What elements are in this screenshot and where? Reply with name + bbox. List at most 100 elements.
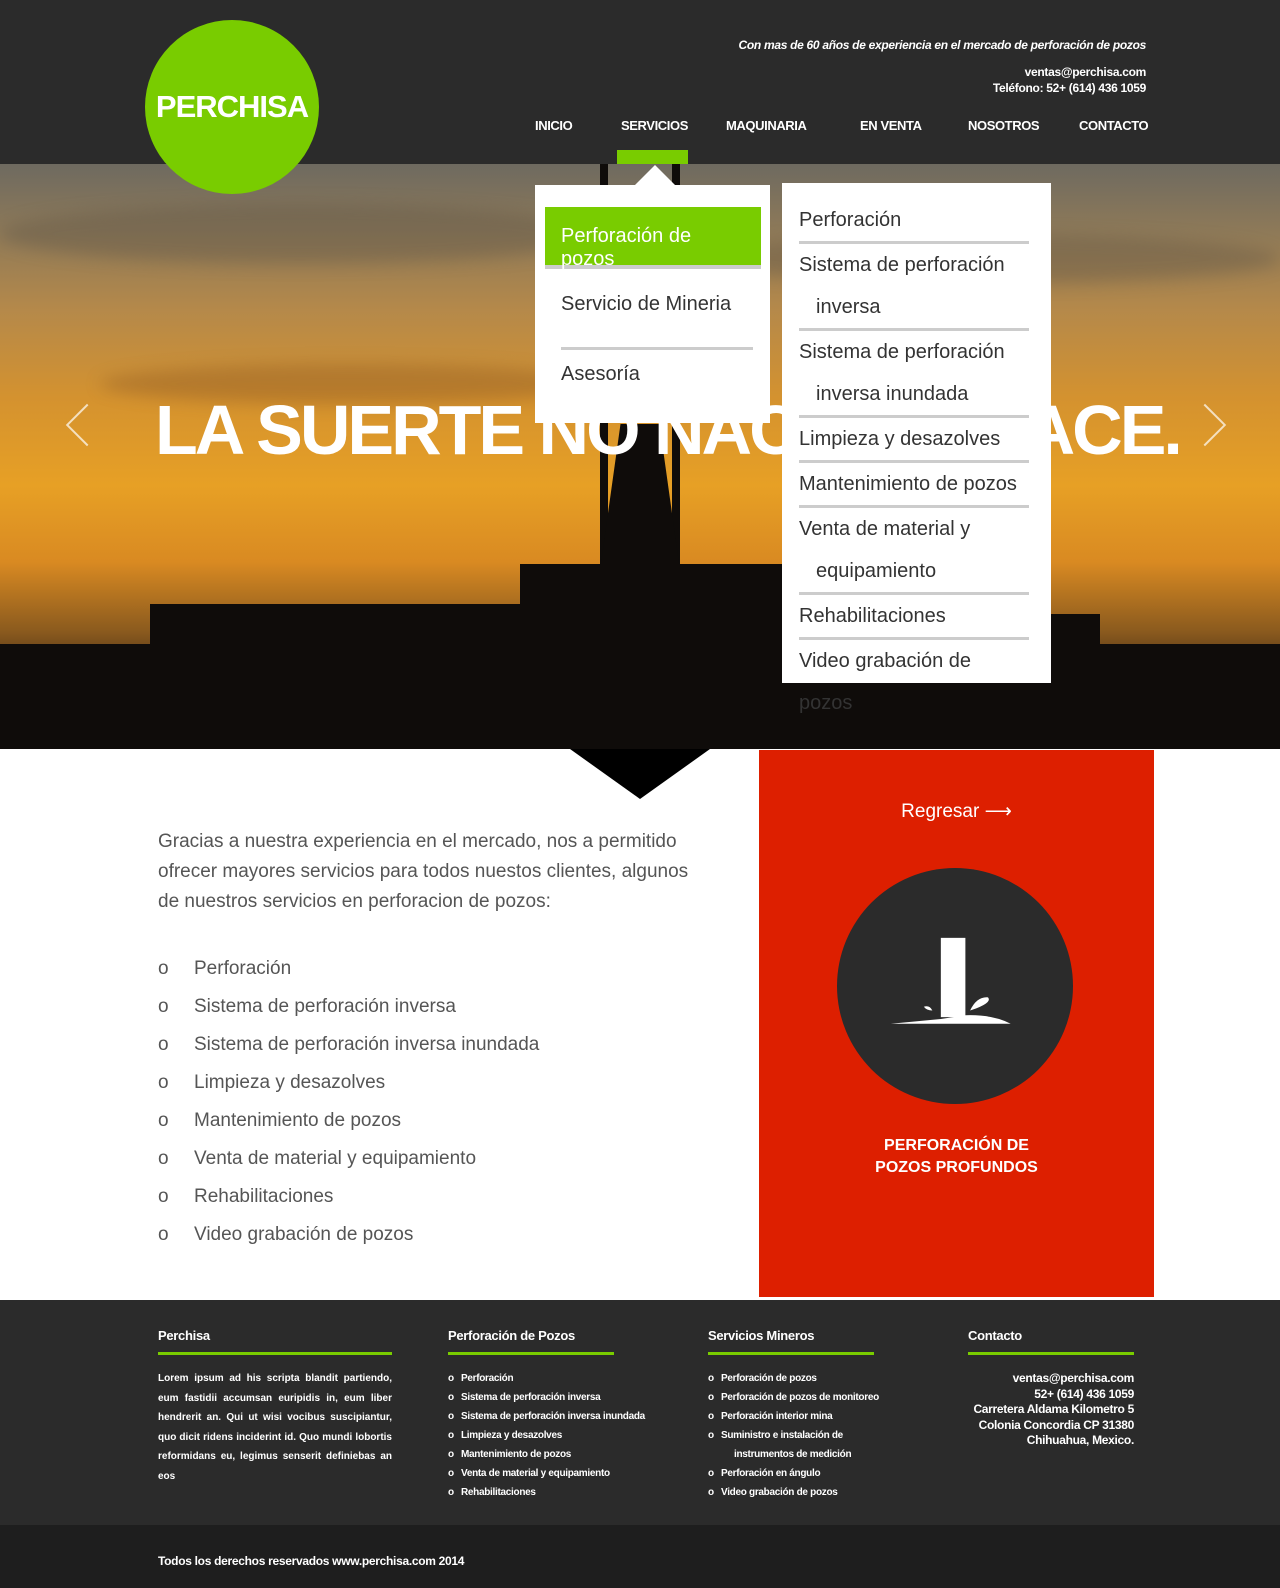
services-list: o Perforación o Sistema de perforación inve… — [158, 958, 539, 1262]
service-item: o Rehabilitaciones — [158, 1186, 539, 1224]
bullet: o — [158, 1034, 169, 1055]
bullet: o — [158, 1110, 169, 1131]
submenu-item-label: Limpieza y desazolves — [799, 428, 1001, 450]
divider — [968, 1352, 1134, 1355]
footer-link[interactable]: Perforación de pozos — [708, 1369, 874, 1388]
footer-link[interactable]: Limpieza y desazolves — [448, 1426, 614, 1445]
service-item: o Video grabación de pozos — [158, 1224, 539, 1262]
logo[interactable]: PERCHISA — [145, 20, 319, 194]
back-label: Regresar — [901, 801, 980, 822]
submenu-item-label: Venta de material y — [799, 518, 971, 540]
footer-link[interactable]: Perforación en ángulo — [708, 1464, 874, 1483]
footer-link[interactable]: Perforación de pozos de monitoreo — [708, 1388, 879, 1407]
submenu-item-label: equipamiento — [816, 560, 937, 582]
submenu-item-label: Mantenimiento de pozos — [799, 473, 1017, 495]
service-label: Sistema de perforación inversa — [194, 996, 456, 1017]
arrow-right-icon: ⟶ — [984, 801, 1012, 822]
service-label: Limpieza y desazolves — [194, 1072, 386, 1093]
panel-title: PERFORACIÓN DE POZOS PROFUNDOS — [759, 1135, 1154, 1179]
submenu-item[interactable]: Limpieza y desazolves — [799, 418, 1029, 463]
footer-heading: Perforación de Pozos — [448, 1328, 575, 1343]
bullet: o — [158, 1224, 169, 1245]
servicios-dropdown: Perforación de pozos Servicio de Mineria… — [535, 165, 770, 423]
chevron-right-icon[interactable] — [1183, 403, 1227, 447]
well-drilling-icon — [837, 868, 1073, 1104]
panel-title-line: POZOS PROFUNDOS — [875, 1159, 1038, 1176]
copyright: Todos los derechos reservados www.perchi… — [0, 1525, 1280, 1588]
footer-heading: Servicios Mineros — [708, 1328, 815, 1343]
intro-text: Gracias a nuestra experiencia en el merc… — [158, 831, 689, 912]
footer-link[interactable]: Mantenimiento de pozos — [448, 1445, 614, 1464]
submenu-item[interactable]: Venta de material y equipamiento — [799, 508, 1029, 595]
dropdown-item-servicio-mineria[interactable]: Servicio de Mineria — [561, 293, 731, 316]
nav-contacto[interactable]: CONTACTO — [1079, 118, 1149, 133]
service-label: Venta de material y equipamiento — [194, 1148, 477, 1169]
contact-line: Colonia Concordia CP 31380 — [978, 1417, 1135, 1432]
submenu-item-label: Video grabación de pozos — [799, 650, 971, 714]
footer-col-perchisa: Perchisa Lorem ipsum ad his scripta blan… — [158, 1328, 392, 1486]
service-item: o Sistema de perforación inversa — [158, 996, 539, 1034]
footer-link[interactable]: Sistema de perforación inversa inundada — [448, 1407, 645, 1426]
footer-col-pozos: Perforación de Pozos PerforaciónSistema … — [448, 1328, 645, 1502]
nav-en-venta[interactable]: EN VENTA — [860, 118, 922, 133]
footer-col-mineros: Servicios Mineros Perforación de pozosPe… — [708, 1328, 879, 1502]
submenu-item-label: Rehabilitaciones — [799, 605, 946, 627]
dropdown-item-perforacion-de-pozos[interactable]: Perforación de pozos — [545, 207, 761, 270]
header-email[interactable]: ventas@perchisa.com — [993, 64, 1147, 80]
submenu-item[interactable]: Sistema de perforación inversa inundada — [799, 331, 1029, 418]
submenu-item[interactable]: Rehabilitaciones — [799, 595, 1029, 640]
footer-link[interactable]: Video grabación de pozos — [708, 1483, 874, 1502]
bullet: o — [158, 1072, 169, 1093]
submenu-item-label: inversa — [816, 296, 881, 318]
bullet: o — [158, 1186, 169, 1207]
nav-nosotros[interactable]: NOSOTROS — [968, 118, 1040, 133]
chevron-left-icon[interactable] — [65, 403, 109, 447]
footer-link[interactable]: Rehabilitaciones — [448, 1483, 614, 1502]
submenu-item-label: inversa inundada — [816, 383, 969, 405]
submenu-item-label: Sistema de perforación — [799, 341, 1005, 363]
service-item: o Sistema de perforación inversa inundada — [158, 1034, 539, 1072]
service-item: o Perforación — [158, 958, 539, 996]
header-phone: Teléfono: 52+ (614) 436 1059 — [992, 81, 1146, 95]
back-link[interactable]: Regresar ⟶ — [759, 800, 1154, 823]
dropdown-item-asesoria[interactable]: Asesoría — [561, 363, 640, 386]
divider — [448, 1352, 614, 1355]
submenu-item[interactable]: Perforación — [799, 199, 1029, 244]
service-item: o Mantenimiento de pozos — [158, 1110, 539, 1148]
nav-active-indicator — [617, 150, 688, 164]
bullet: o — [158, 958, 169, 979]
contact-line: 52+ (614) 436 1059 — [1034, 1386, 1134, 1401]
footer-about-text: Lorem ipsum ad his scripta blandit parti… — [158, 1373, 392, 1482]
footer-link[interactable]: instrumentos de medición — [708, 1445, 874, 1464]
footer-heading: Perchisa — [158, 1328, 210, 1343]
submenu-item[interactable]: Mantenimiento de pozos — [799, 463, 1029, 508]
contact-line[interactable]: ventas@perchisa.com — [968, 1371, 1135, 1387]
tagline: Con mas de 60 años de experiencia en el … — [738, 38, 1146, 52]
footer-heading: Contacto — [968, 1328, 1022, 1343]
footer-link[interactable]: Suministro e instalación de — [708, 1426, 874, 1445]
divider — [561, 347, 753, 350]
submenu-item-label: Perforación — [799, 209, 902, 231]
nav-maquinaria[interactable]: MAQUINARIA — [726, 118, 807, 133]
service-panel: Regresar ⟶ PERFORACIÓN DE POZOS PROFUNDOS — [759, 750, 1154, 1297]
service-label: Video grabación de pozos — [194, 1224, 414, 1245]
submenu-item[interactable]: Sistema de perforación inversa — [799, 244, 1029, 331]
nav-servicios[interactable]: SERVICIOS — [621, 118, 688, 133]
service-label: Rehabilitaciones — [194, 1186, 334, 1207]
bullet: o — [158, 996, 169, 1017]
submenu-item-label: Sistema de perforación — [799, 254, 1005, 276]
divider — [158, 1352, 392, 1355]
service-item: o Limpieza y desazolves — [158, 1072, 539, 1110]
service-label: Sistema de perforación inversa inundada — [194, 1034, 540, 1055]
footer-link[interactable]: Sistema de perforación inversa — [448, 1388, 614, 1407]
footer-link[interactable]: Perforación interior mina — [708, 1407, 874, 1426]
submenu-item[interactable]: Video grabación de pozos — [799, 640, 1029, 724]
perforacion-submenu: Perforación Sistema de perforación inversa… — [782, 183, 1051, 714]
footer-link[interactable]: Venta de material y equipamiento — [448, 1464, 614, 1483]
contact-line: Carretera Aldama Kilometro 5 — [973, 1402, 1134, 1416]
nav-inicio[interactable]: INICIO — [535, 118, 573, 133]
footer-link[interactable]: Perforación — [448, 1369, 614, 1388]
hero-pointer — [570, 749, 710, 799]
footer: Perchisa Lorem ipsum ad his scripta blan… — [0, 1300, 1280, 1525]
divider — [708, 1352, 874, 1355]
